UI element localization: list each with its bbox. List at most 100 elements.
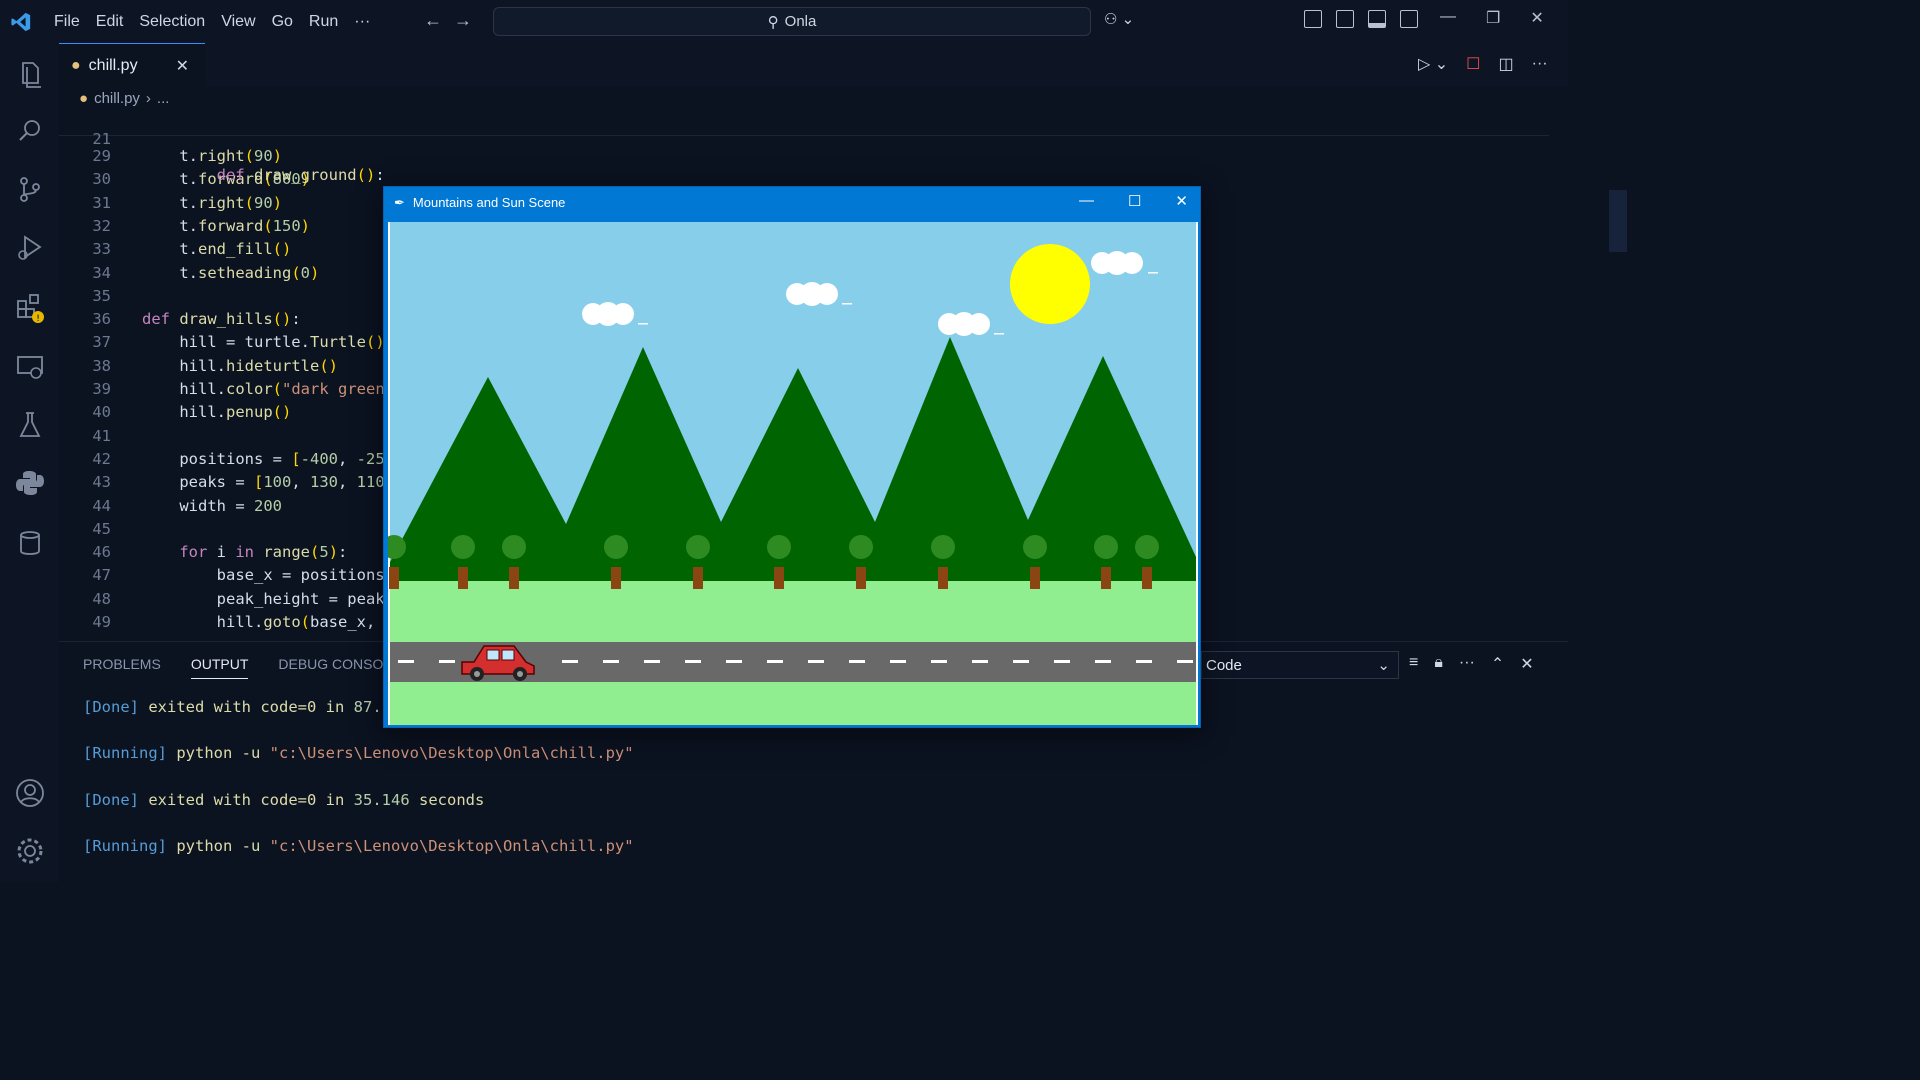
line-number: 45 [92,519,111,538]
code-text: hill.goto(base_x, [142,613,385,631]
code-text: hill.hideturtle() [142,356,338,375]
minimize-icon[interactable]: — [1079,192,1094,210]
road-dash [1095,660,1111,663]
output-line: [Running] python -u "c:\Users\Lenovo\Des… [83,744,634,762]
menu-more[interactable]: ··· [346,13,378,31]
stop-icon[interactable]: ☐ [1466,54,1480,74]
code-text: peak_height = peak [142,589,385,608]
run-debug-icon[interactable] [14,231,46,263]
explorer-icon[interactable] [14,57,46,89]
grass-upper [390,581,1196,642]
clear-output-icon[interactable]: ≡ [1409,654,1418,674]
command-center-search[interactable]: ⚲ Onla [493,7,1091,36]
forward-arrow-icon[interactable]: → [454,10,472,31]
menu-go[interactable]: Go [264,13,301,31]
output-line: [Done] exited with code=0 in 35.146 seco… [83,791,485,809]
line-number: 35 [92,286,111,305]
copilot-icon[interactable]: ⚇ ⌄ [1104,10,1134,28]
title-bar: File Edit Selection View Go Run ··· ← → … [0,0,1568,43]
python-file-icon: ● [79,90,89,107]
tree-foliage [1023,535,1047,559]
tree-foliage [1094,535,1118,559]
editor-scrollbar[interactable] [1609,190,1627,252]
maximize-icon[interactable]: ☐ [1128,192,1141,210]
code-text: width = 200 [142,496,282,515]
tree-trunk [611,567,621,589]
line-number: 48 [92,589,111,608]
road-dash [398,660,414,663]
line-number: 43 [92,473,111,492]
code-text: positions = [-400, -25 [142,449,385,468]
more-actions-icon[interactable]: ··· [1459,654,1475,674]
line-number: 37 [92,333,111,352]
search-label: Onla [784,13,817,30]
turtle-graphics-window[interactable]: ✒ Mountains and Sun Scene — ☐ ✕ [382,186,1201,728]
tree-trunk [693,567,703,589]
code-text: t.setheading(0) [142,263,320,282]
close-tab-icon[interactable]: ✕ [176,56,189,76]
code-text: t.forward(150) [142,216,311,235]
close-panel-icon[interactable]: ✕ [1520,654,1533,674]
road-dash [767,660,783,663]
tab-output[interactable]: OUTPUT [190,656,249,679]
python-icon[interactable] [14,467,46,499]
breadcrumb-file[interactable]: chill.py [94,90,140,107]
tree-foliage [686,535,710,559]
menu-view[interactable]: View [213,13,263,31]
road-dash [931,660,947,663]
tree-trunk [856,567,866,589]
extensions-icon[interactable]: ! [14,291,46,324]
more-actions-icon[interactable]: ··· [1532,55,1548,73]
close-window-icon[interactable]: ✕ [1530,8,1543,28]
menu-bar: File Edit Selection View Go Run ··· [46,13,378,31]
maximize-panel-icon[interactable]: ⌃ [1491,654,1504,674]
tree-trunk [458,567,468,589]
feather-icon: ✒ [394,194,405,210]
settings-gear-icon[interactable] [14,835,46,867]
minimize-icon[interactable]: — [1440,8,1456,28]
chevron-down-icon: ⌄ [1377,657,1390,674]
run-python-file-icon[interactable]: ▷ ⌄ [1418,54,1448,74]
testing-icon[interactable] [14,409,46,441]
line-number: 33 [92,240,111,259]
customize-layout-icon[interactable] [1304,10,1322,28]
tab-problems[interactable]: PROBLEMS [83,656,161,679]
road-dash [1054,660,1070,663]
remote-explorer-icon[interactable] [14,351,46,383]
road-dash [849,660,865,663]
tree-trunk [509,567,519,589]
tree-trunk [774,567,784,589]
editor-actions: ▷ ⌄ ☐ ◫ ··· [1418,54,1548,74]
output-channel-select[interactable]: Code ⌄ [1201,651,1399,679]
tree-trunk [1030,567,1040,589]
breadcrumb-separator: › [145,90,151,107]
turtle-window-titlebar[interactable]: ✒ Mountains and Sun Scene — ☐ ✕ [384,187,1200,218]
road-dash [562,660,578,663]
database-icon[interactable] [14,527,46,559]
menu-run[interactable]: Run [301,13,346,31]
search-icon[interactable] [14,115,46,147]
restore-icon[interactable]: ❐ [1486,8,1500,28]
split-editor-icon[interactable]: ◫ [1499,54,1514,74]
python-file-icon: ● [71,56,81,74]
account-icon[interactable] [14,777,46,809]
source-control-icon[interactable] [14,173,46,205]
back-arrow-icon[interactable]: ← [424,10,442,31]
search-icon: ⚲ [767,13,779,31]
menu-file[interactable]: File [46,13,88,31]
line-number: 47 [92,566,111,585]
menu-edit[interactable]: Edit [88,13,132,31]
menu-selection[interactable]: Selection [131,13,213,31]
tab-chill-py[interactable]: ● chill.py ✕ [59,43,205,87]
toggle-primary-sidebar-icon[interactable] [1336,10,1354,28]
breadcrumb-symbols[interactable]: ... [157,90,170,107]
sticky-scroll-line[interactable]: 21 def draw_ground(): [59,112,1549,184]
sun [1010,244,1090,324]
close-window-icon[interactable]: ✕ [1175,192,1188,210]
toggle-panel-icon[interactable] [1368,10,1386,28]
vscode-logo-icon [11,12,31,31]
toggle-secondary-sidebar-icon[interactable] [1400,10,1418,28]
lock-scroll-icon[interactable]: 🔒︎ [1434,654,1443,674]
editor-tab-bar [59,43,1568,87]
line-number: 21 [92,130,111,148]
